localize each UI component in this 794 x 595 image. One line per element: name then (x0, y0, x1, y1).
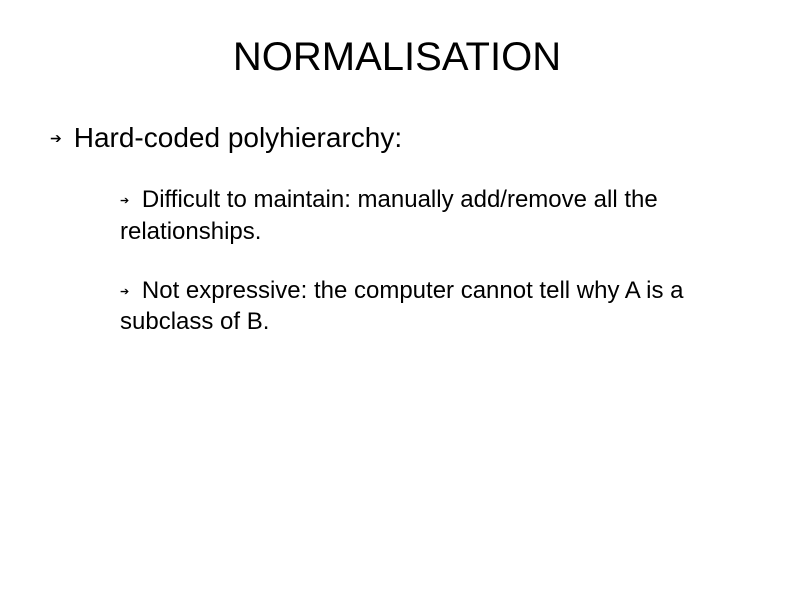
sub-bullet-text: Not expressive: the computer cannot tell… (120, 277, 684, 335)
arrow-icon: ➔ (120, 195, 129, 207)
main-bullet-text: Hard-coded polyhierarchy: (74, 120, 402, 156)
arrow-icon: ➔ (120, 286, 129, 298)
slide-title: NORMALISATION (40, 35, 754, 80)
arrow-icon: ➔ (50, 130, 62, 147)
slide-container: NORMALISATION ➔ Hard-coded polyhierarchy… (0, 0, 794, 595)
sub-bullet: ➔ Difficult to maintain: manually add/re… (120, 184, 694, 246)
sub-bullet: ➔ Not expressive: the computer cannot te… (120, 275, 694, 337)
sub-bullet-text: Difficult to maintain: manually add/remo… (120, 186, 658, 244)
main-bullet: ➔ Hard-coded polyhierarchy: (50, 120, 754, 156)
